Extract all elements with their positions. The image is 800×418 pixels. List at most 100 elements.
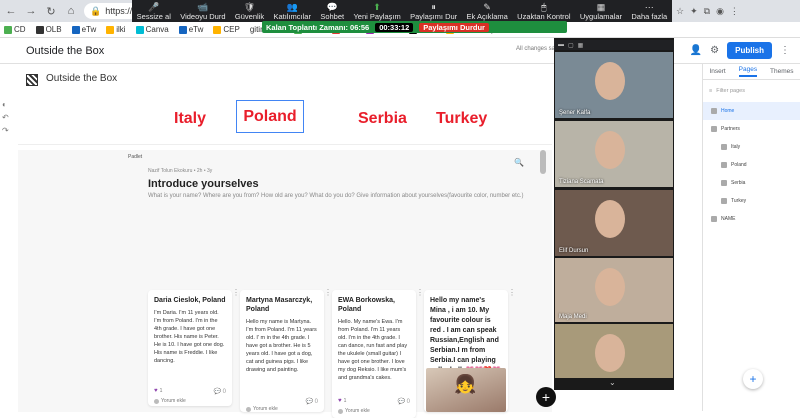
card-menu-icon[interactable]: ⋮ xyxy=(508,288,516,297)
tab-themes[interactable]: Themes xyxy=(770,68,793,75)
doc-title[interactable]: Outside the Box xyxy=(26,45,104,57)
page-label: Home xyxy=(721,108,735,114)
more-icon[interactable]: ⋮ xyxy=(780,45,790,56)
card-menu-icon[interactable]: ⋮ xyxy=(324,288,332,297)
redo-icon[interactable]: ↷ xyxy=(2,126,14,135)
participant-tile[interactable]: Elif Dursun xyxy=(555,190,673,256)
participant-face xyxy=(595,200,625,238)
participant-tile[interactable]: Şener Kalfa xyxy=(555,52,673,118)
bookmark-item[interactable]: ilki xyxy=(106,25,126,34)
extensions-icon[interactable]: ✦ xyxy=(690,6,698,17)
share-person-icon[interactable]: 👤 xyxy=(690,45,702,56)
minimize-icon[interactable]: ▬ xyxy=(558,42,564,48)
bookmark-item[interactable]: eTw xyxy=(71,25,96,34)
zoom-control-7[interactable]: ✎ Ek Açıklama xyxy=(467,2,508,21)
add-page-button[interactable]: + xyxy=(743,369,763,389)
page-item-turkey[interactable]: Turkey xyxy=(703,192,800,210)
grid-icon[interactable]: ▦ xyxy=(578,42,584,49)
filter-pages[interactable]: ≡ Filter pages xyxy=(703,80,800,102)
card-add-comment[interactable]: Yorum ekle xyxy=(154,398,186,404)
padlet-card[interactable]: Hello my name's Mina , i am 10. My favou… xyxy=(424,290,508,412)
puzzle-icon[interactable]: ⧉ xyxy=(704,6,710,17)
zoom-control-1[interactable]: 📹 Videoyu Durd xyxy=(180,2,225,21)
comment-icon[interactable]: 💬 0 xyxy=(306,398,318,405)
add-post-button[interactable]: + xyxy=(536,387,556,407)
stop-share-button[interactable]: Paylaşımı Durdur xyxy=(419,22,489,32)
site-logo[interactable] xyxy=(26,74,38,86)
extensions-row: ☆ ✦ ⧉ ◉ ⋮ xyxy=(670,0,800,22)
comment-icon[interactable]: 💬 0 xyxy=(398,398,410,405)
tab-pages[interactable]: Pages xyxy=(738,66,758,77)
zoom-control-2[interactable]: 🛡 Güvenlik xyxy=(235,2,264,21)
page-item-serbia[interactable]: Serbia xyxy=(703,174,800,192)
site-name[interactable]: Outside the Box xyxy=(46,73,117,84)
page-item-home[interactable]: Home xyxy=(703,102,800,120)
zoom-control-0[interactable]: 🎤 Sessize al xyxy=(137,2,171,21)
bookmark-item[interactable]: Canva xyxy=(135,25,169,34)
card-add-comment[interactable]: Yorum ekle xyxy=(338,408,370,414)
zoom-control-10[interactable]: ⋯ Daha fazla xyxy=(631,2,667,21)
page-item-partners[interactable]: Partners xyxy=(703,120,800,138)
nav-turkey[interactable]: Turkey xyxy=(436,110,487,128)
zoom-control-3[interactable]: 👥 Katılımcılar xyxy=(273,2,311,21)
zoom-control-9[interactable]: ▦ Uygulamalar xyxy=(580,2,622,21)
view-icon[interactable]: ▢ xyxy=(568,42,574,49)
nav-poland[interactable]: Poland xyxy=(236,100,304,133)
page-item-name[interactable]: NAME xyxy=(703,210,800,228)
card-menu-icon[interactable]: ⋮ xyxy=(232,288,240,297)
card-likes[interactable]: ♥ 1 xyxy=(338,398,346,404)
zoom-control-label: Videoyu Durd xyxy=(180,12,226,21)
chevron-down-icon[interactable]: ⌄ xyxy=(609,378,616,387)
bookmark-label: eTw xyxy=(188,25,204,34)
zoom-control-8[interactable]: 🖱 Uzaktan Kontrol xyxy=(517,2,570,21)
bookmark-item[interactable]: OLB xyxy=(35,25,62,34)
bookmark-item[interactable]: CEP xyxy=(213,25,240,34)
comment-icon[interactable]: 💬 0 xyxy=(214,388,226,395)
participant-tile[interactable]: Maja Medi xyxy=(555,258,673,322)
participant-tile[interactable] xyxy=(555,324,673,378)
bookmark-icon xyxy=(178,25,187,34)
avatar xyxy=(154,398,159,404)
card-menu-icon[interactable]: ⋮ xyxy=(416,288,424,297)
settings-icon[interactable]: ⚙ xyxy=(710,45,719,56)
page-canvas: Outside the Box Italy Poland Serbia Turk… xyxy=(18,66,552,418)
menu-icon[interactable]: ⋮ xyxy=(730,6,739,17)
forward-icon[interactable]: → xyxy=(24,4,38,18)
zoom-control-4[interactable]: 💬 Sohbet xyxy=(320,2,344,21)
padlet-author: Nazif Tolun Ekokuru • 2h • 3y xyxy=(148,168,213,174)
zoom-control-5[interactable]: ⬆ Yeni Paylaşım xyxy=(353,2,400,21)
zoom-control-label: Ek Açıklama xyxy=(466,12,508,21)
tab-insert[interactable]: Insert xyxy=(709,68,725,75)
bookmark-item[interactable]: CD xyxy=(4,25,26,34)
zoom-control-icon: 📹 xyxy=(197,2,209,12)
palette-icon[interactable]: ◐ xyxy=(2,100,14,109)
reload-icon[interactable]: ↻ xyxy=(44,4,58,18)
home-icon[interactable]: ⌂ xyxy=(64,4,78,18)
back-icon[interactable]: ← xyxy=(4,4,18,18)
publish-button[interactable]: Publish xyxy=(727,42,772,59)
bookmark-item[interactable]: eTw xyxy=(178,25,204,34)
card-title: EWA Borkowska, Poland xyxy=(338,297,395,313)
profile-icon[interactable]: ◉ xyxy=(716,6,724,17)
nav-serbia[interactable]: Serbia xyxy=(358,110,407,128)
card-likes[interactable]: ♥ 1 xyxy=(154,388,162,394)
padlet-card[interactable]: Daria Cieslok, Poland I'm Daria. I'm 11 … xyxy=(148,290,232,406)
padlet-card[interactable]: Martyna Masarczyk, Poland Hello my name … xyxy=(240,290,324,412)
page-item-italy[interactable]: Italy xyxy=(703,138,800,156)
page-label: Italy xyxy=(731,144,741,150)
search-icon[interactable]: 🔍 xyxy=(514,158,524,167)
undo-icon[interactable]: ↶ xyxy=(2,113,14,122)
card-add-comment[interactable]: Yorum ekle xyxy=(246,406,278,412)
zoom-control-6[interactable]: ⏸ Paylaşımı Dur xyxy=(410,2,457,21)
padlet-card[interactable]: EWA Borkowska, Poland Hello. My name's E… xyxy=(332,290,416,418)
zoom-control-icon: ⋯ xyxy=(644,2,654,12)
nav-italy[interactable]: Italy xyxy=(174,110,206,128)
star-icon[interactable]: ☆ xyxy=(676,6,684,17)
participant-name: Maja Medi xyxy=(559,314,587,320)
participant-tile[interactable]: Tiziana Scamata xyxy=(555,121,673,187)
scrollbar[interactable] xyxy=(540,150,546,174)
zoom-control-label: Paylaşımı Dur xyxy=(410,12,458,21)
page-label: Turkey xyxy=(731,198,747,204)
zoom-control-label: Sohbet xyxy=(320,12,345,21)
page-item-poland[interactable]: Poland xyxy=(703,156,800,174)
